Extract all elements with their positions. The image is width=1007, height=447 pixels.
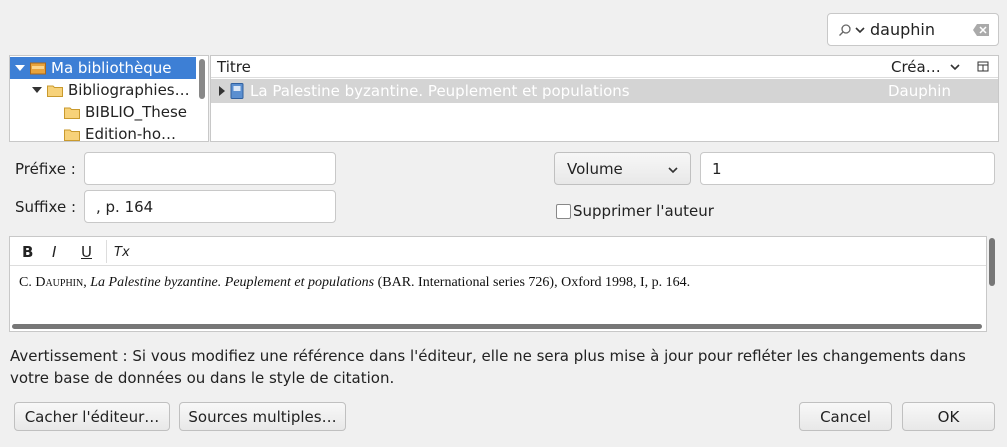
editor-vertical-scrollbar[interactable] [989, 238, 995, 286]
suppress-author-option[interactable]: Supprimer l'auteur [556, 202, 714, 220]
warning-message: Avertissement : Si vous modifiez une réf… [10, 347, 966, 387]
folder-icon [64, 107, 80, 119]
locator-type-select[interactable]: Volume [554, 152, 691, 185]
suppress-author-checkbox[interactable] [556, 203, 571, 219]
sort-chevron-icon[interactable] [949, 61, 961, 73]
tree-item-label: BIBLIO_These [85, 103, 188, 121]
citation-editor[interactable]: B I U Tx C. Dauphin, La Palestine byzant… [9, 236, 987, 332]
prefix-input[interactable] [84, 152, 336, 185]
toolbar-divider [106, 240, 107, 263]
row-creator: Dauphin [888, 82, 951, 100]
suppress-author-label: Supprimer l'auteur [573, 202, 714, 220]
expanded-triangle-icon[interactable] [15, 63, 25, 73]
citation-text[interactable]: C. Dauphin, La Palestine byzantine. Peup… [19, 275, 690, 291]
tree-item-label: Bibliographies… [68, 81, 190, 99]
column-header-creator[interactable]: Créa… [891, 58, 941, 76]
tree-item-label: Edition-ho… [85, 125, 176, 142]
search-box[interactable]: dauphin [827, 13, 999, 46]
search-input[interactable]: dauphin [870, 20, 935, 39]
row-title: La Palestine byzantine. Peuplement et po… [250, 82, 630, 100]
items-list[interactable]: Titre Créa… La Palestine byzantine. Peup… [210, 55, 999, 142]
underline-button[interactable]: U [81, 243, 92, 261]
column-picker-icon[interactable] [977, 61, 989, 73]
clear-formatting-button[interactable]: Tx [114, 245, 130, 260]
expanded-triangle-icon[interactable] [32, 85, 42, 95]
items-header: Titre Créa… [211, 56, 998, 78]
column-header-title[interactable]: Titre [217, 58, 251, 76]
multiple-sources-button[interactable]: Sources multiples… [179, 402, 346, 431]
tree-scrollbar[interactable] [199, 59, 205, 99]
clear-search-icon[interactable] [973, 24, 989, 36]
ok-button[interactable]: OK [902, 402, 995, 431]
tree-item-edition[interactable]: Edition-ho… [64, 123, 176, 142]
locator-input[interactable]: 1 [700, 152, 995, 185]
citation-title: La Palestine byzantine. Peuplement et po… [90, 275, 375, 290]
citation-rest: (BAR. International series 726), Oxford … [374, 275, 691, 290]
suffix-input[interactable]: , p. 164 [84, 190, 336, 223]
table-row[interactable]: La Palestine byzantine. Peuplement et po… [211, 79, 998, 103]
hide-editor-button[interactable]: Cacher l'éditeur… [14, 402, 170, 431]
bold-button[interactable]: B [22, 243, 33, 261]
editor-toolbar: B I U Tx [10, 237, 986, 266]
library-icon [30, 62, 46, 74]
book-icon [230, 83, 244, 99]
collapsed-triangle-icon[interactable] [218, 86, 226, 96]
tree-item-bibliographies[interactable]: Bibliographies… [32, 79, 190, 101]
editor-horizontal-scrollbar[interactable] [12, 324, 982, 329]
folder-icon [47, 85, 63, 97]
chevron-down-icon [668, 167, 678, 174]
tree-item-label: Ma bibliothèque [51, 59, 172, 77]
prefix-label: Préfixe : [15, 160, 76, 178]
folder-icon [64, 129, 80, 141]
tree-item-my-library[interactable]: Ma bibliothèque [10, 57, 196, 79]
citation-initial: C. [19, 275, 36, 290]
chevron-down-icon[interactable] [854, 24, 866, 36]
locator-type-value: Volume [567, 159, 623, 178]
search-icon[interactable] [838, 23, 852, 37]
tree-item-biblio-these[interactable]: BIBLIO_These [64, 101, 187, 123]
citation-author: Dauphin [35, 275, 84, 290]
suffix-label: Suffixe : [15, 198, 76, 216]
library-tree[interactable]: Ma bibliothèque Bibliographies… BIBLIO_T… [9, 55, 209, 142]
italic-button[interactable]: I [52, 243, 56, 261]
cancel-button[interactable]: Cancel [799, 402, 892, 431]
